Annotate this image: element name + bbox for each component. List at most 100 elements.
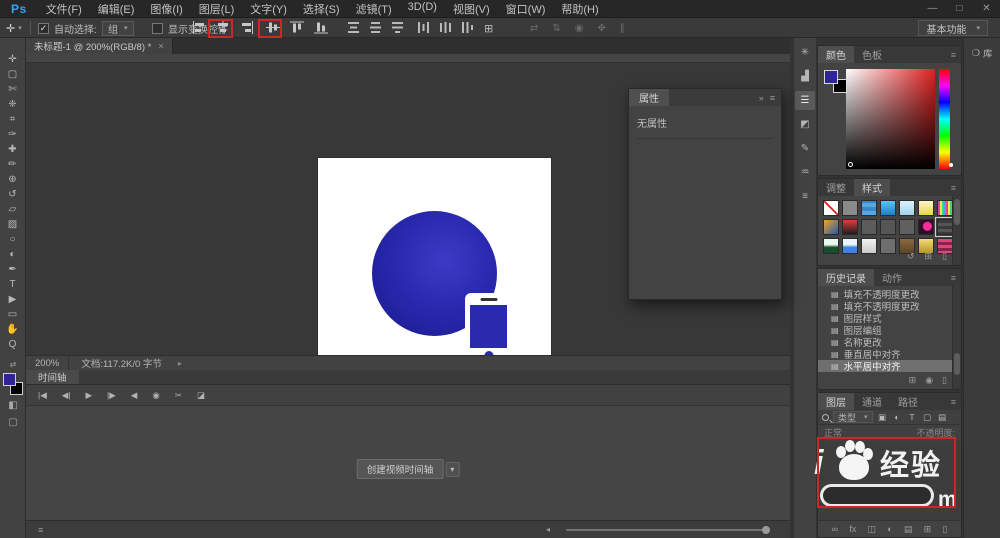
filter-type-layers-icon[interactable]: T	[907, 412, 918, 422]
foreground-color-swatch[interactable]	[3, 373, 16, 386]
timeline-zoom-out-icon[interactable]: ◂	[546, 525, 550, 534]
tool-preset-caret-icon[interactable]: ▾	[18, 24, 22, 32]
transition-button[interactable]: ◪	[197, 390, 205, 401]
zoom-level-field[interactable]: 200%	[26, 356, 69, 370]
panel-menu-icon[interactable]: ≡	[770, 93, 775, 103]
style-swatch[interactable]	[823, 238, 839, 254]
status-options-arrow-icon[interactable]: ▸	[174, 359, 182, 368]
path-select-tool[interactable]: ▶	[2, 292, 24, 307]
timeline-zoom-slider[interactable]	[566, 529, 766, 531]
play-button[interactable]: ▶	[86, 390, 93, 401]
clone-stamp-tool[interactable]: ⊕	[2, 172, 24, 187]
close-button[interactable]: ✕	[973, 3, 1000, 14]
history-step[interactable]: ▤填充不透明度更改	[818, 300, 954, 312]
panel-menu-icon[interactable]: ≡	[951, 179, 961, 196]
menu-item-image[interactable]: 图像(I)	[142, 1, 190, 17]
auto-select-checkbox[interactable]: ✓	[38, 23, 49, 34]
distribute-bottom-button[interactable]	[386, 18, 408, 36]
style-swatch-selected[interactable]	[937, 219, 953, 235]
panel-menu-icon[interactable]: ≡	[951, 269, 961, 286]
tab-history[interactable]: 历史记录	[818, 269, 874, 286]
collapsed-panel-icon-knob[interactable]: ✳	[795, 43, 815, 62]
new-layer-icon[interactable]: ⊞	[924, 524, 932, 535]
collapse-panel-icon[interactable]: »	[759, 93, 764, 103]
auto-select-target-dropdown[interactable]: 组 ▾	[102, 21, 134, 36]
style-swatch[interactable]	[899, 200, 915, 216]
tab-actions[interactable]: 动作	[874, 269, 910, 286]
quick-mask-button[interactable]: ◧	[8, 400, 17, 414]
audio-mute-button[interactable]: ◉	[152, 390, 159, 401]
move-tool-icon[interactable]: ✛	[6, 22, 15, 35]
first-frame-button[interactable]: |◀	[38, 390, 47, 401]
style-swatch[interactable]	[880, 238, 896, 254]
delete-state-button[interactable]: ▯	[942, 375, 947, 386]
style-swatch[interactable]	[937, 200, 953, 216]
filter-shape-layers-icon[interactable]: ▢	[922, 412, 933, 423]
delete-layer-icon[interactable]: ▯	[942, 524, 947, 535]
scrollbar-thumb[interactable]	[954, 199, 960, 225]
saturation-brightness-picker[interactable]	[846, 69, 935, 169]
style-swatch[interactable]	[861, 238, 877, 254]
eraser-tool[interactable]: ▱	[2, 202, 24, 217]
tab-timeline[interactable]: 时间轴	[26, 370, 79, 384]
brush-tool[interactable]: ✏	[2, 157, 24, 172]
marquee-tool[interactable]: ▢	[2, 67, 24, 82]
tab-swatches[interactable]: 色板	[854, 46, 890, 63]
style-swatch[interactable]	[861, 200, 877, 216]
align-top-edges-button[interactable]	[286, 18, 308, 36]
menu-item-edit[interactable]: 编辑(E)	[90, 1, 143, 17]
menu-item-type[interactable]: 文字(Y)	[242, 1, 295, 17]
layer-style-icon[interactable]: fx	[849, 524, 856, 534]
collapsed-panel-icon-brush[interactable]: ✎	[795, 139, 815, 158]
style-swatch-none[interactable]	[823, 200, 839, 216]
menu-item-3d[interactable]: 3D(D)	[400, 1, 445, 17]
new-style-button[interactable]: ⊞	[925, 251, 933, 262]
color-swatches[interactable]	[2, 373, 24, 397]
show-transform-checkbox[interactable]	[152, 23, 163, 34]
tab-layers[interactable]: 图层	[818, 393, 854, 410]
blue-circle-graphic[interactable]	[372, 211, 497, 336]
hand-tool[interactable]: ✋	[2, 322, 24, 337]
distribute-left-button[interactable]	[412, 18, 434, 36]
collapsed-panel-icon-paths[interactable]: ♒	[795, 163, 815, 182]
previous-frame-button[interactable]: ◀|	[62, 390, 71, 401]
tab-paths[interactable]: 路径	[890, 393, 926, 410]
maximize-button[interactable]: □	[946, 3, 973, 14]
slider-knob[interactable]	[762, 526, 770, 534]
link-layers-icon[interactable]: ∞	[832, 524, 838, 534]
shape-tool[interactable]: ▭	[2, 307, 24, 322]
filter-adjustment-layers-icon[interactable]: ◐	[892, 412, 903, 422]
scrollbar[interactable]	[952, 196, 961, 265]
style-swatch[interactable]	[823, 219, 839, 235]
new-snapshot-button[interactable]: ◉	[925, 375, 933, 386]
move-tool[interactable]: ✛	[2, 52, 24, 67]
style-swatch[interactable]	[880, 219, 896, 235]
timeline-options-icon[interactable]: ≡	[38, 525, 43, 535]
history-brush-tool[interactable]: ↺	[2, 187, 24, 202]
type-tool[interactable]: T	[2, 277, 24, 292]
history-step[interactable]: ▤图层编组	[818, 324, 954, 336]
workspace-switcher[interactable]: 基本功能 ▾	[918, 20, 988, 36]
tab-properties[interactable]: 属性	[629, 89, 669, 106]
collapsed-panel-icon-histogram[interactable]: ▟	[795, 67, 815, 86]
foreground-color-swatch[interactable]	[824, 70, 838, 84]
style-swatch[interactable]	[842, 238, 858, 254]
gradient-tool[interactable]: ▨	[2, 217, 24, 232]
menu-item-view[interactable]: 视图(V)	[445, 1, 498, 17]
layer-mask-icon[interactable]: ◫	[867, 524, 876, 535]
adjustment-layer-icon[interactable]: ◐	[887, 524, 892, 534]
align-right-edges-button[interactable]	[236, 18, 258, 36]
style-swatch[interactable]	[918, 219, 934, 235]
distribute-horizontal-centers-button[interactable]	[434, 18, 456, 36]
menu-item-file[interactable]: 文件(F)	[38, 1, 90, 17]
screen-mode-button[interactable]: ▢	[8, 417, 17, 431]
delete-style-button[interactable]: ▯	[942, 251, 947, 262]
crop-tool[interactable]: ⌗	[2, 112, 24, 127]
dodge-tool[interactable]: ◐	[2, 247, 24, 262]
tab-adjustments[interactable]: 调整	[818, 179, 854, 196]
panel-menu-icon[interactable]: ≡	[951, 46, 961, 63]
layer-filter-type-dropdown[interactable]: 类型 ▾	[833, 411, 873, 423]
menu-item-select[interactable]: 选择(S)	[295, 1, 348, 17]
split-clip-button[interactable]: ✂	[175, 390, 182, 401]
panel-menu-icon[interactable]: ≡	[951, 393, 961, 410]
